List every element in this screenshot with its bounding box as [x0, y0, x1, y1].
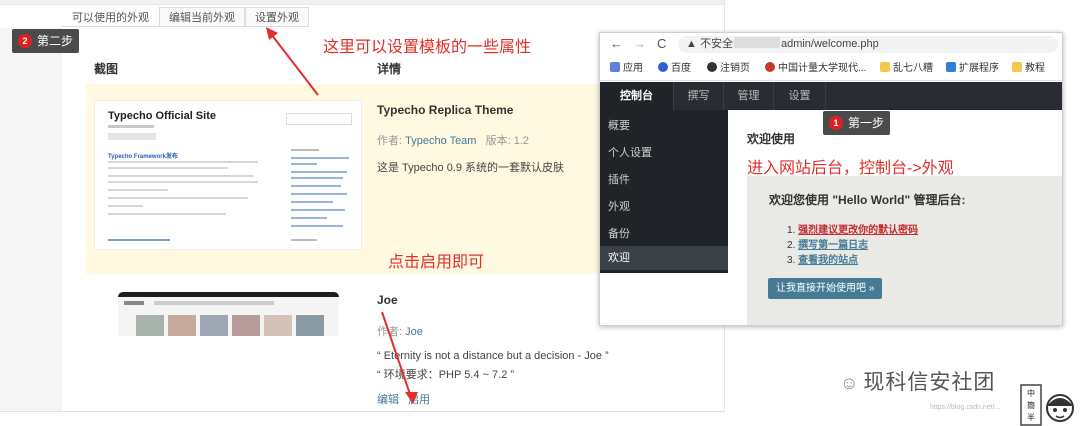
arrow-head: [405, 392, 418, 404]
bookmarks-bar: 应用 百度 注销页 中国计量大学现代... 乱七八糟 扩展程序 教程: [600, 57, 1062, 81]
reload-button[interactable]: C: [657, 36, 666, 51]
puzzle-icon: [946, 62, 956, 72]
university-icon: [765, 62, 775, 72]
url-text: admin/welcome.php: [780, 38, 879, 50]
bookmark-apps[interactable]: 应用: [610, 57, 643, 80]
view-site-link[interactable]: 查看我的站点: [798, 255, 858, 266]
baidu-paw-icon: [658, 62, 668, 72]
admin-top-nav: 控制台 撰写 管理 设置: [600, 82, 1062, 110]
blog-url-watermark: https://blog.csdn.net/...: [930, 404, 1001, 411]
wechat-icon: ☺: [840, 373, 860, 393]
change-password-link[interactable]: 强烈建议更改你的默认密码: [798, 225, 918, 236]
welcome-heading: 欢迎您使用 "Hello World" 管理后台:: [769, 193, 966, 207]
arrow-to-enable: [381, 311, 413, 401]
bookmark-baidu[interactable]: 百度: [658, 57, 691, 80]
bookmark-folder-misc[interactable]: 乱七八糟: [880, 57, 933, 80]
menu-item-appearance[interactable]: 外观: [608, 198, 630, 214]
arrow-to-settings-tab: [267, 29, 319, 96]
mascot-logo-icon: 中 簡 半: [1020, 384, 1074, 426]
browser-window: ← → C ▲ 不安全 admin/welcome.php 应用 百度 注销页 中…: [599, 32, 1063, 326]
arrow-head: [266, 27, 278, 40]
url-input[interactable]: ▲ 不安全 admin/welcome.php: [678, 36, 1058, 53]
write-first-post-link[interactable]: 撰写第一篇日志: [798, 240, 868, 251]
menu-item-profile[interactable]: 个人设置: [608, 144, 652, 160]
welcome-link-row: 1. 强烈建议更改你的默认密码: [787, 225, 919, 236]
security-label: 不安全: [699, 38, 733, 50]
admin-tab-settings[interactable]: 设置: [774, 82, 826, 110]
redacted-domain: [733, 37, 780, 48]
globe-icon: [707, 62, 717, 72]
address-bar-row: ← → C ▲ 不安全 admin/welcome.php: [600, 33, 1062, 56]
forward-button[interactable]: →: [633, 36, 646, 51]
annotation-enter-backend: 进入网站后台，控制台->外观: [747, 160, 954, 177]
bookmark-logout[interactable]: 注销页: [707, 57, 750, 80]
svg-text:簡: 簡: [1027, 400, 1035, 410]
wechat-watermark: ☺ 现科信安社团: [840, 366, 995, 396]
step-one-number: 1: [829, 116, 843, 130]
bookmark-extensions[interactable]: 扩展程序: [946, 57, 999, 80]
folder-icon: [880, 62, 890, 72]
welcome-box: 欢迎您使用 "Hello World" 管理后台: 1. 强烈建议更改你的默认密…: [747, 176, 1062, 325]
back-button[interactable]: ←: [610, 36, 623, 51]
admin-tab-manage[interactable]: 管理: [724, 82, 774, 110]
menu-item-overview[interactable]: 概要: [608, 117, 630, 133]
step-one-badge: 1 第一步: [823, 111, 891, 135]
step-one-label: 第一步: [848, 116, 885, 130]
svg-text:中: 中: [1027, 388, 1035, 398]
warning-icon: ▲: [686, 38, 697, 50]
bookmark-folder-tutorials[interactable]: 教程: [1012, 57, 1045, 80]
welcome-title: 欢迎使用: [747, 132, 796, 146]
admin-dashboard-menu: 概要 个人设置 插件 外观 备份 欢迎: [600, 110, 728, 273]
admin-tab-dashboard[interactable]: 控制台: [600, 82, 674, 110]
menu-item-backup[interactable]: 备份: [608, 225, 630, 241]
menu-item-plugins[interactable]: 插件: [608, 171, 630, 187]
menu-item-welcome[interactable]: 欢迎: [600, 246, 728, 270]
welcome-link-row: 2. 撰写第一篇日志: [787, 240, 869, 251]
wechat-account-name: 现科信安社团: [863, 371, 996, 394]
svg-text:半: 半: [1027, 412, 1035, 422]
welcome-link-row: 3. 查看我的站点: [787, 255, 859, 266]
start-using-button[interactable]: 让我直接开始使用吧 »: [768, 278, 883, 299]
folder-icon: [1012, 62, 1022, 72]
apps-grid-icon: [610, 62, 620, 72]
admin-tab-write[interactable]: 撰写: [674, 82, 724, 110]
bookmark-university[interactable]: 中国计量大学现代...: [765, 57, 866, 80]
